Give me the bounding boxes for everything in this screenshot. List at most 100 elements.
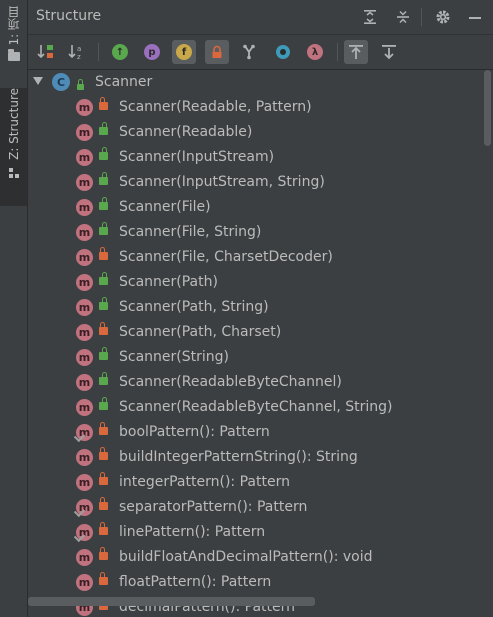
show-properties-button[interactable]: p (140, 40, 164, 64)
method-icon: m (76, 574, 93, 591)
toolbar-separator-2 (337, 43, 338, 61)
vertical-scrollbar[interactable] (481, 70, 493, 617)
method-icon: m (76, 374, 93, 391)
autoscroll-to-source-button[interactable] (344, 40, 368, 64)
private-lock-icon (99, 522, 108, 535)
expand-all-button[interactable] (359, 6, 381, 28)
structure-toolbar: a z ↑ p f λ (28, 35, 493, 70)
header-separator (421, 8, 422, 26)
method-icon: m (76, 324, 93, 341)
tree-member-row[interactable]: m Scanner(String) (28, 345, 493, 370)
projects-tab-label: 1: 项目 (7, 6, 21, 46)
method-icon: m (76, 349, 93, 366)
member-label: Scanner(Path, Charset) (119, 324, 282, 340)
show-interfaces-button[interactable] (271, 40, 295, 64)
method-icon: m (76, 199, 93, 216)
member-label: Scanner(File, String) (119, 224, 262, 240)
class-icon: C (52, 73, 70, 91)
member-label: linePattern(): Pattern (119, 524, 266, 540)
private-lock-icon (99, 447, 108, 460)
scroll-to-source-icon (349, 45, 363, 59)
structure-icon (8, 167, 19, 178)
panel-title: Structure (36, 8, 102, 24)
public-visibility-icon (99, 197, 108, 210)
tree-root-scanner[interactable]: C Scanner (28, 70, 493, 95)
class-label: Scanner (95, 74, 153, 90)
tree-member-row[interactable]: m Scanner(InputStream) (28, 145, 493, 170)
minimize-icon (469, 17, 481, 19)
tree-member-row[interactable]: m Scanner(ReadableByteChannel, String) (28, 395, 493, 420)
expand-all-icon (364, 10, 376, 24)
collapse-arrow-icon[interactable] (33, 77, 43, 85)
member-label: integerPattern(): Pattern (119, 474, 290, 490)
member-label: floatPattern(): Pattern (119, 574, 272, 590)
member-label: Scanner(ReadableByteChannel) (119, 374, 342, 390)
tree-member-row[interactable]: m boolPattern(): Pattern (28, 420, 493, 445)
method-icon: m (76, 474, 93, 491)
tree-member-row[interactable]: m separatorPattern(): Pattern (28, 495, 493, 520)
tree-member-row[interactable]: m Scanner(InputStream, String) (28, 170, 493, 195)
show-lambdas-button[interactable]: λ (303, 40, 327, 64)
tree-member-row[interactable]: m buildFloatAndDecimalPattern(): void (28, 545, 493, 570)
show-fields-button[interactable]: f (172, 40, 196, 64)
tree-member-row[interactable]: m linePattern(): Pattern (28, 520, 493, 545)
private-lock-icon (99, 322, 108, 335)
method-icon: m (76, 399, 93, 416)
public-visibility-icon (99, 272, 108, 285)
member-label: buildIntegerPatternString(): String (119, 449, 358, 465)
horizontal-scroll-thumb[interactable] (28, 597, 315, 606)
member-label: Scanner(ReadableByteChannel, String) (119, 399, 393, 415)
show-non-public-button[interactable] (205, 40, 229, 64)
tree-member-row[interactable]: m Scanner(File, String) (28, 220, 493, 245)
tree-member-row[interactable]: m Scanner(Path, Charset) (28, 320, 493, 345)
method-icon: m (76, 449, 93, 466)
sort-by-visibility-button[interactable] (34, 40, 58, 64)
member-label: Scanner(File, CharsetDecoder) (119, 249, 333, 265)
tree-member-row[interactable]: m Scanner(Readable) (28, 120, 493, 145)
tree-member-row[interactable]: m Scanner(File, CharsetDecoder) (28, 245, 493, 270)
method-icon: m (76, 249, 93, 266)
collapse-all-button[interactable] (392, 6, 414, 28)
method-icon: m (76, 224, 93, 241)
private-lock-icon (99, 472, 108, 485)
toolbar-separator (98, 43, 99, 61)
tree-member-row[interactable]: m buildIntegerPatternString(): String (28, 445, 493, 470)
tree-member-row[interactable]: m Scanner(ReadableByteChannel) (28, 370, 493, 395)
public-visibility-icon (99, 147, 108, 160)
public-visibility-icon (99, 297, 108, 310)
projects-tab[interactable]: 1: 项目 (0, 6, 27, 80)
tree-member-row[interactable]: m Scanner(Path) (28, 270, 493, 295)
inherited-icon: ↑ (112, 44, 128, 60)
method-icon: m (76, 99, 93, 116)
tree-member-row[interactable]: m Scanner(Readable, Pattern) (28, 95, 493, 120)
folder-icon (7, 48, 20, 61)
member-label: separatorPattern(): Pattern (119, 499, 308, 515)
member-label: Scanner(Readable, Pattern) (119, 99, 312, 115)
public-visibility-icon (99, 372, 108, 385)
tree-member-row[interactable]: m integerPattern(): Pattern (28, 470, 493, 495)
structure-tree: C Scanner m Scanner(Readable, Pattern) m Sc… (28, 70, 493, 617)
show-inherited-button[interactable]: ↑ (108, 40, 132, 64)
settings-button[interactable] (432, 6, 454, 28)
vertical-scroll-thumb[interactable] (484, 70, 491, 146)
lock-icon (212, 45, 222, 58)
structure-tab[interactable]: Z: Structure (0, 88, 27, 206)
member-label: Scanner(String) (119, 349, 229, 365)
member-label: Scanner(Path, String) (119, 299, 269, 315)
sort-alphabetically-button[interactable]: a z (65, 40, 89, 64)
private-lock-icon (99, 547, 108, 560)
tree-member-row[interactable]: m Scanner(File) (28, 195, 493, 220)
tree-member-row[interactable]: m floatPattern(): Pattern (28, 570, 493, 595)
public-visibility-icon (99, 122, 108, 135)
member-label: Scanner(InputStream) (119, 149, 275, 165)
public-visibility-icon (99, 172, 108, 185)
method-icon: m (76, 274, 93, 291)
tree-member-row[interactable]: m Scanner(Path, String) (28, 295, 493, 320)
member-label: boolPattern(): Pattern (119, 424, 270, 440)
show-anonymous-classes-button[interactable] (237, 40, 261, 64)
member-label: Scanner(Path) (119, 274, 218, 290)
field-icon: f (176, 44, 192, 60)
hide-panel-button[interactable] (464, 6, 486, 28)
sort-alpha-icon: a z (68, 45, 81, 61)
autoscroll-from-source-button[interactable] (377, 40, 401, 64)
